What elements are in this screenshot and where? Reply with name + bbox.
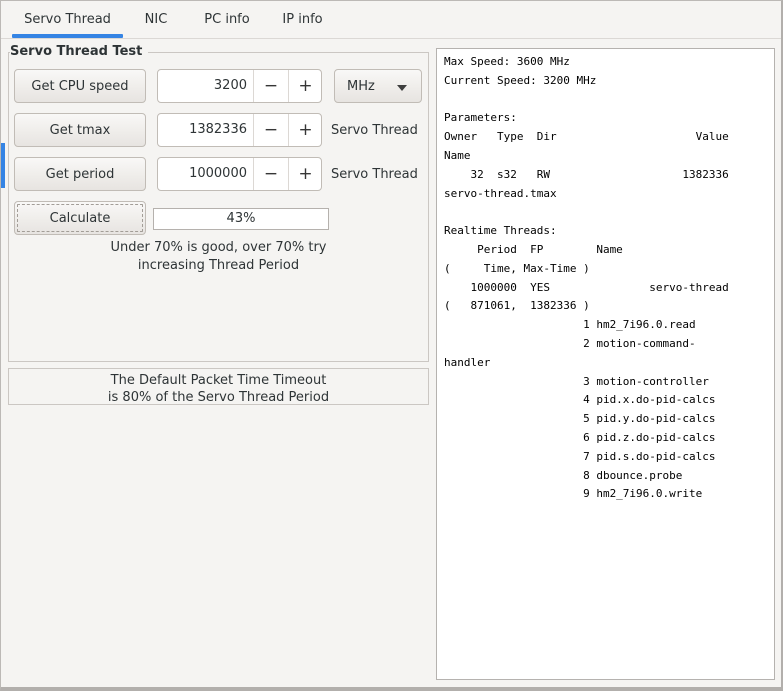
tab-nic[interactable]: NIC bbox=[132, 1, 180, 38]
get-period-button[interactable]: Get period bbox=[14, 157, 146, 191]
frame-title: Servo Thread Test bbox=[10, 44, 149, 59]
period-spinbox: 1000000 − + bbox=[157, 157, 322, 191]
period-thread-label: Servo Thread bbox=[331, 166, 418, 182]
packet-timeout-line-1: The Default Packet Time Timeout bbox=[110, 373, 327, 388]
cpu-speed-value[interactable]: 3200 bbox=[158, 70, 253, 102]
tab-ip-info[interactable]: IP info bbox=[271, 1, 334, 38]
mhz-dropdown[interactable]: MHz bbox=[334, 69, 422, 103]
hint-text: Under 70% is good, over 70% try increasi… bbox=[9, 239, 428, 274]
tab-nic-label: NIC bbox=[144, 12, 168, 27]
tab-bar: Servo Thread NIC PC info IP info bbox=[1, 1, 781, 39]
mhz-dropdown-value: MHz bbox=[347, 78, 375, 94]
hint-line-1: Under 70% is good, over 70% try bbox=[110, 240, 327, 255]
tab-pc-info[interactable]: PC info bbox=[193, 1, 261, 38]
minus-icon: − bbox=[263, 164, 279, 184]
left-accent-bar bbox=[1, 143, 5, 188]
packet-timeout-note: The Default Packet Time Timeout is 80% o… bbox=[8, 368, 429, 405]
app-window: Servo Thread NIC PC info IP info Servo T… bbox=[0, 0, 783, 691]
cpu-speed-increment-button[interactable]: + bbox=[288, 70, 322, 102]
tmax-spinbox: 1382336 − + bbox=[157, 113, 322, 147]
result-field[interactable]: 43% bbox=[153, 208, 329, 230]
plus-icon: + bbox=[298, 76, 313, 96]
active-tab-indicator bbox=[12, 34, 123, 38]
output-text: Max Speed: 3600 MHz Current Speed: 3200 … bbox=[444, 55, 729, 501]
output-textview[interactable]: Max Speed: 3600 MHz Current Speed: 3200 … bbox=[436, 48, 775, 680]
tab-pc-info-label: PC info bbox=[204, 12, 250, 27]
packet-timeout-line-2: is 80% of the Servo Thread Period bbox=[107, 390, 330, 405]
tmax-value[interactable]: 1382336 bbox=[158, 114, 253, 146]
tab-servo-thread-label: Servo Thread bbox=[24, 12, 111, 27]
minus-icon: − bbox=[263, 120, 279, 140]
get-tmax-button[interactable]: Get tmax bbox=[14, 113, 146, 147]
calculate-button[interactable]: Calculate bbox=[14, 201, 146, 235]
tab-servo-thread[interactable]: Servo Thread bbox=[12, 1, 123, 38]
tmax-thread-label: Servo Thread bbox=[331, 122, 418, 138]
cpu-speed-spinbox: 3200 − + bbox=[157, 69, 322, 103]
servo-thread-test-frame: Servo Thread Test Get CPU speed 3200 − +… bbox=[8, 44, 429, 362]
period-increment-button[interactable]: + bbox=[288, 158, 322, 190]
period-decrement-button[interactable]: − bbox=[253, 158, 288, 190]
minus-icon: − bbox=[263, 76, 279, 96]
tab-ip-info-label: IP info bbox=[282, 12, 323, 27]
plus-icon: + bbox=[298, 120, 313, 140]
hint-line-2: increasing Thread Period bbox=[137, 257, 300, 273]
cpu-speed-decrement-button[interactable]: − bbox=[253, 70, 288, 102]
tmax-increment-button[interactable]: + bbox=[288, 114, 322, 146]
plus-icon: + bbox=[298, 164, 313, 184]
dropdown-arrow-icon bbox=[397, 85, 407, 91]
get-cpu-speed-button[interactable]: Get CPU speed bbox=[14, 69, 146, 103]
period-value[interactable]: 1000000 bbox=[158, 158, 253, 190]
tmax-decrement-button[interactable]: − bbox=[253, 114, 288, 146]
